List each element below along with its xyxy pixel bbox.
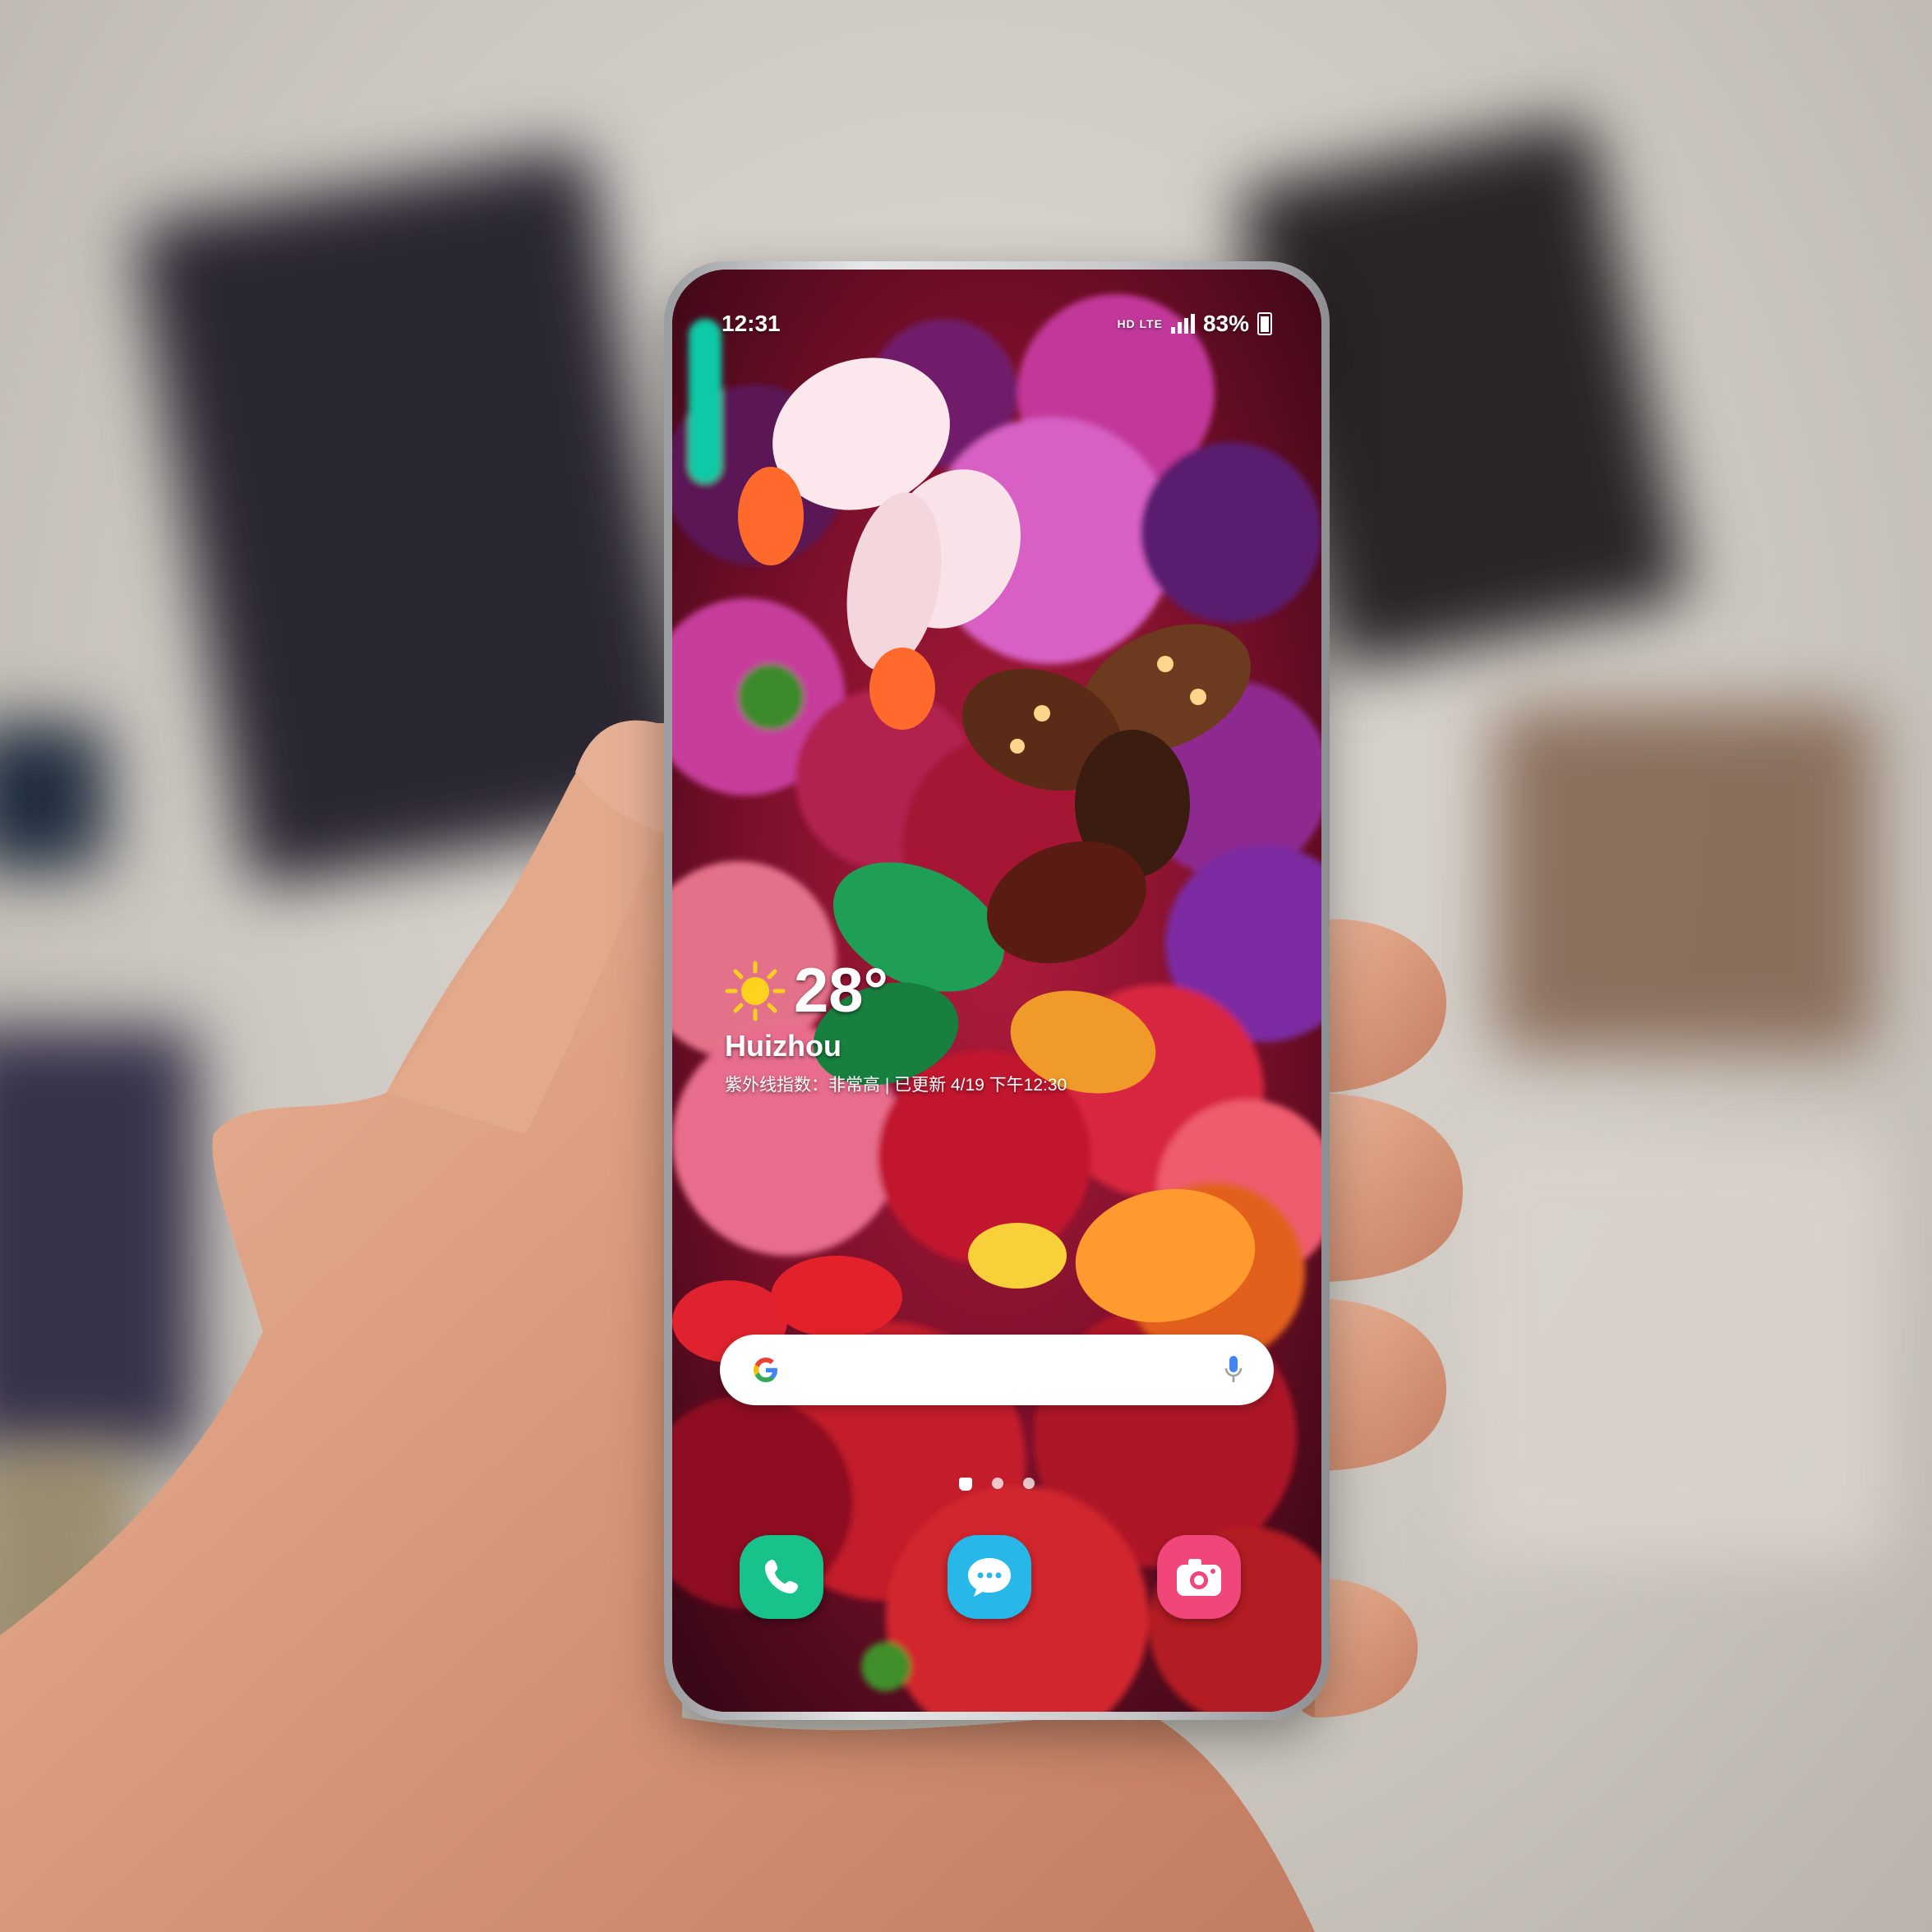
signal-icon [1170,314,1195,334]
page-dot[interactable] [992,1478,1003,1489]
phone-screen: 12:31 HD LTE 83% 28° Huizhou 紫外线指数：非常高 |… [672,270,1321,1712]
weather-widget[interactable]: 28° Huizhou 紫外线指数：非常高 | 已更新 4/19 下午12:30 [725,960,1067,1096]
page-dot[interactable] [1023,1478,1035,1489]
home-page-indicator[interactable] [672,1478,1321,1491]
home-page-dot[interactable] [959,1478,972,1491]
google-search-bar[interactable] [720,1335,1274,1405]
network-type: HD LTE [1117,317,1163,330]
weather-details: 紫外线指数：非常高 | 已更新 4/19 下午12:30 [725,1076,1067,1095]
phone-app-icon[interactable] [740,1535,823,1619]
messages-app-icon[interactable] [948,1535,1031,1619]
messages-icon [968,1558,1011,1597]
status-indicators: HD LTE 83% [1117,311,1272,337]
finger-2 [1315,1093,1463,1282]
smartphone: 12:31 HD LTE 83% 28° Huizhou 紫外线指数：非常高 |… [664,261,1330,1720]
finger-3 [1315,1298,1446,1471]
temperature: 28° [794,956,888,1026]
battery-percent: 83% [1202,311,1249,336]
status-time: 12:31 [722,311,781,336]
finger-1 [1315,919,1446,1093]
phone-icon [764,1560,798,1594]
finger-4 [1315,1578,1418,1718]
camera-app-icon[interactable] [1157,1535,1241,1619]
status-bar: 12:31 HD LTE 83% [722,307,1272,340]
battery-icon [1257,312,1272,335]
weather-city: Huizhou [725,1029,842,1063]
app-dock [672,1535,1321,1625]
mic-icon[interactable] [1223,1353,1244,1386]
google-g-icon [754,1358,777,1382]
sun-icon [725,961,786,1021]
camera-icon [1177,1559,1221,1596]
